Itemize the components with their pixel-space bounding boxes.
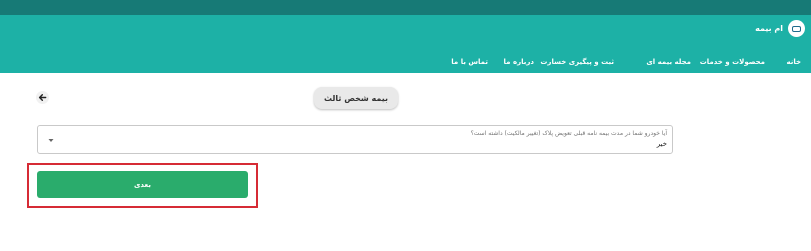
site-header: ام بیمه خانه محصولات و خدمات مجله بیمه ا… (0, 15, 811, 73)
page-title: بیمه شخص ثالث (314, 87, 398, 109)
select-value: خیر (656, 140, 667, 148)
nav-magazine[interactable]: مجله بیمه ای (646, 56, 691, 68)
highlight-frame (27, 163, 258, 208)
logo-icon (788, 20, 805, 37)
nav-claims[interactable]: ثبت و پیگیری خسارت (540, 56, 614, 68)
brand-name: ام بیمه (755, 24, 783, 33)
page-title-text: بیمه شخص ثالث (323, 93, 389, 103)
back-arrow-button[interactable] (36, 91, 49, 104)
nav-products[interactable]: محصولات و خدمات (700, 56, 765, 68)
nav-about[interactable]: درباره ما (504, 56, 534, 68)
plate-change-select[interactable]: آیا خودرو شما در مدت بیمه نامه قبلی تعوی… (37, 125, 673, 154)
nav-home[interactable]: خانه (786, 56, 801, 68)
brand[interactable]: ام بیمه (755, 20, 805, 37)
arrow-left-icon (38, 94, 47, 101)
select-label: آیا خودرو شما در مدت بیمه نامه قبلی تعوی… (470, 130, 667, 137)
top-strip (0, 0, 811, 15)
chevron-down-icon (48, 139, 54, 142)
nav-contact[interactable]: تماس با ما (451, 56, 488, 68)
